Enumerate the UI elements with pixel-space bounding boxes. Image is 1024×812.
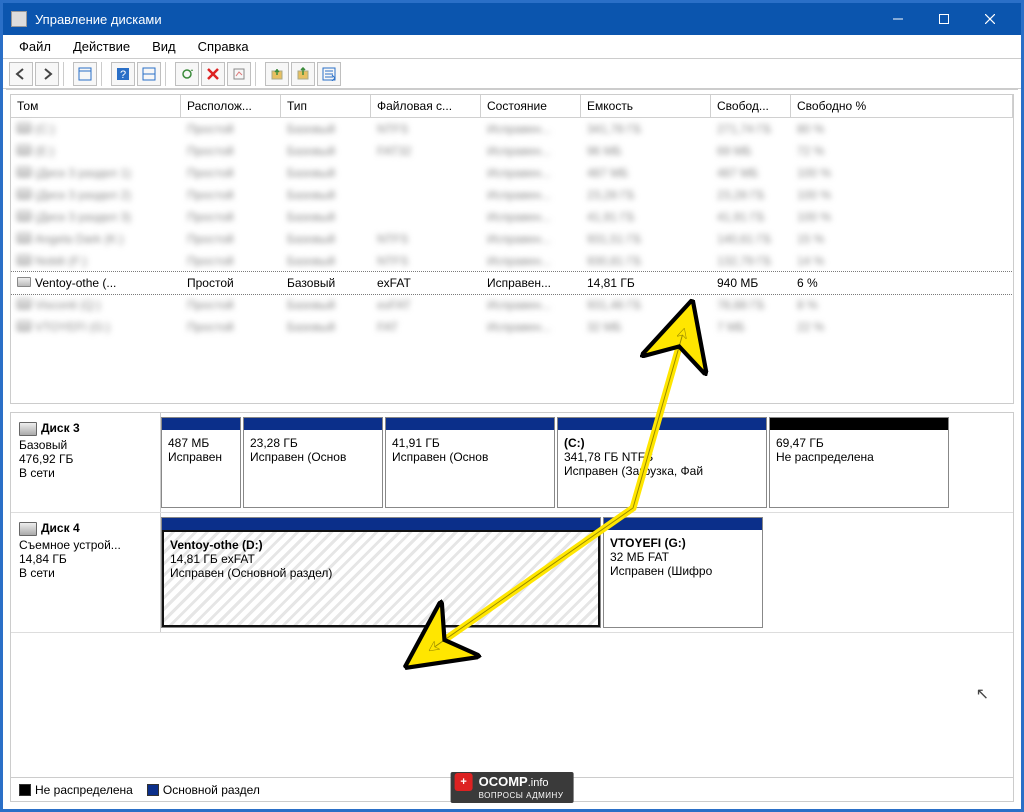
delete-button[interactable] bbox=[201, 62, 225, 86]
action-2-button[interactable] bbox=[291, 62, 315, 86]
disk-info-3: Диск 3 Базовый 476,92 ГБ В сети bbox=[11, 413, 161, 512]
legend-swatch-unallocated bbox=[19, 784, 31, 796]
window-title: Управление дисками bbox=[35, 12, 875, 27]
svg-text:?: ? bbox=[120, 69, 126, 81]
volume-row[interactable]: Ventoy-othe (...ПростойБазовыйexFATИспра… bbox=[11, 272, 1013, 294]
refresh-button[interactable] bbox=[175, 62, 199, 86]
menubar: Файл Действие Вид Справка bbox=[3, 35, 1021, 59]
legend-unallocated: Не распределена bbox=[35, 783, 133, 797]
watermark-plus-icon: + bbox=[455, 773, 473, 791]
partition[interactable]: Ventoy-othe (D:)14,81 ГБ exFATИсправен (… bbox=[161, 517, 601, 628]
volume-row[interactable]: Visconti (Q:)ПростойБазовыйexFATИсправен… bbox=[11, 294, 1013, 316]
menu-view[interactable]: Вид bbox=[142, 36, 186, 57]
volume-row[interactable]: VTOYEFI (G:)ПростойБазовыйFATИсправен...… bbox=[11, 316, 1013, 338]
partition[interactable]: (C:)341,78 ГБ NTFSИсправен (Загрузка, Фа… bbox=[557, 417, 767, 508]
volume-row[interactable]: (Диск 3 раздел 1)ПростойБазовыйИсправен.… bbox=[11, 162, 1013, 184]
volume-icon bbox=[17, 299, 31, 309]
disk-graphical-pane: Диск 3 Базовый 476,92 ГБ В сети 487 МБИс… bbox=[10, 412, 1014, 802]
volume-icon bbox=[17, 255, 31, 265]
col-free[interactable]: Свобод... bbox=[711, 95, 791, 117]
minimize-button[interactable] bbox=[875, 3, 921, 35]
col-layout[interactable]: Располож... bbox=[181, 95, 281, 117]
col-volume[interactable]: Том bbox=[11, 95, 181, 117]
properties-button[interactable] bbox=[227, 62, 251, 86]
maximize-button[interactable] bbox=[921, 3, 967, 35]
action-1-button[interactable] bbox=[265, 62, 289, 86]
partition[interactable]: VTOYEFI (G:)32 МБ FATИсправен (Шифро bbox=[603, 517, 763, 628]
nav-forward-button[interactable] bbox=[35, 62, 59, 86]
close-button[interactable] bbox=[967, 3, 1013, 35]
menu-action[interactable]: Действие bbox=[63, 36, 140, 57]
volume-icon bbox=[17, 167, 31, 177]
volume-icon bbox=[17, 189, 31, 199]
disk-row-4[interactable]: Диск 4 Съемное устрой... 14,84 ГБ В сети… bbox=[11, 513, 1013, 633]
volume-row[interactable]: (E:)ПростойБазовыйFAT32Исправен...96 МБ6… bbox=[11, 140, 1013, 162]
app-icon bbox=[11, 11, 27, 27]
partition[interactable]: 41,91 ГБИсправен (Основ bbox=[385, 417, 555, 508]
col-status[interactable]: Состояние bbox=[481, 95, 581, 117]
volume-icon bbox=[17, 233, 31, 243]
disk-info-4: Диск 4 Съемное устрой... 14,84 ГБ В сети bbox=[11, 513, 161, 632]
menu-help[interactable]: Справка bbox=[188, 36, 259, 57]
watermark: + OCOMP.info ВОПРОСЫ АДМИНУ bbox=[451, 772, 574, 803]
volume-row[interactable]: (Диск 3 раздел 3)ПростойБазовыйИсправен.… bbox=[11, 206, 1013, 228]
legend-swatch-primary bbox=[147, 784, 159, 796]
volume-list-header: Том Располож... Тип Файловая с... Состоя… bbox=[11, 95, 1013, 118]
col-fs[interactable]: Файловая с... bbox=[371, 95, 481, 117]
help-button[interactable]: ? bbox=[111, 62, 135, 86]
partition[interactable]: 23,28 ГБИсправен (Основ bbox=[243, 417, 383, 508]
col-capacity[interactable]: Емкость bbox=[581, 95, 711, 117]
volume-row[interactable]: (C:)ПростойБазовыйNTFSИсправен...341,78 … bbox=[11, 118, 1013, 140]
legend-primary: Основной раздел bbox=[163, 783, 260, 797]
titlebar: Управление дисками bbox=[3, 3, 1021, 35]
menu-file[interactable]: Файл bbox=[9, 36, 61, 57]
col-type[interactable]: Тип bbox=[281, 95, 371, 117]
settings-button[interactable] bbox=[137, 62, 161, 86]
partition[interactable]: 487 МБИсправен bbox=[161, 417, 241, 508]
disk-icon bbox=[19, 522, 37, 536]
col-freepct[interactable]: Свободно % bbox=[791, 95, 1013, 117]
volume-icon bbox=[17, 277, 31, 287]
volume-row[interactable]: (Диск 3 раздел 2)ПростойБазовыйИсправен.… bbox=[11, 184, 1013, 206]
disk-row-3[interactable]: Диск 3 Базовый 476,92 ГБ В сети 487 МБИс… bbox=[11, 413, 1013, 513]
nav-back-button[interactable] bbox=[9, 62, 33, 86]
disk-icon bbox=[19, 422, 37, 436]
volume-row[interactable]: Nobili (F:)ПростойБазовыйNTFSИсправен...… bbox=[11, 250, 1013, 272]
volume-list-pane: Том Располож... Тип Файловая с... Состоя… bbox=[10, 94, 1014, 404]
cursor-icon: ↖ bbox=[976, 684, 989, 704]
list-button[interactable] bbox=[317, 62, 341, 86]
show-hide-tree-button[interactable] bbox=[73, 62, 97, 86]
volume-icon bbox=[17, 123, 31, 133]
volume-icon bbox=[17, 321, 31, 331]
volume-row[interactable]: Angela Dark (K:)ПростойБазовыйNTFSИсправ… bbox=[11, 228, 1013, 250]
volume-icon bbox=[17, 211, 31, 221]
partition[interactable]: 69,47 ГБНе распределена bbox=[769, 417, 949, 508]
volume-icon bbox=[17, 145, 31, 155]
toolbar: ? bbox=[3, 59, 1021, 89]
